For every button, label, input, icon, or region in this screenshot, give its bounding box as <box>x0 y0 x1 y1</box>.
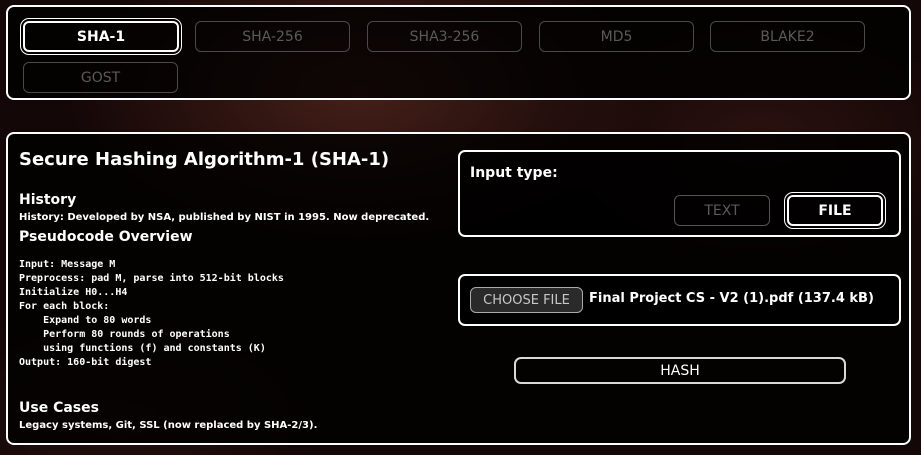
input-type-text-button[interactable]: TEXT <box>674 195 770 226</box>
algo-button-blake2[interactable]: BLAKE2 <box>710 21 865 52</box>
hash-button[interactable]: HASH <box>514 357 846 384</box>
choose-file-button[interactable]: CHOOSE FILE <box>470 287 583 313</box>
algorithm-detail-panel: Secure Hashing Algorithm-1 (SHA-1) Histo… <box>6 132 911 445</box>
history-heading: History <box>19 192 77 208</box>
use-cases-text: Legacy systems, Git, SSL (now replaced b… <box>19 420 318 431</box>
algo-button-sha256[interactable]: SHA-256 <box>195 21 350 52</box>
algo-button-sha1[interactable]: SHA-1 <box>20 18 182 55</box>
algo-button-md5[interactable]: MD5 <box>539 21 694 52</box>
file-input-box: CHOOSE FILE Final Project CS - V2 (1).pd… <box>458 274 901 326</box>
algorithm-selector-panel: SHA-1 SHA-256 SHA3-256 MD5 BLAKE2 GOST <box>6 5 911 100</box>
pseudocode-heading: Pseudocode Overview <box>19 229 193 245</box>
pseudocode-block: Input: Message M Preprocess: pad M, pars… <box>19 259 284 368</box>
input-type-file-button[interactable]: FILE <box>784 192 886 229</box>
history-text: History: Developed by NSA, published by … <box>19 212 430 223</box>
use-cases-heading: Use Cases <box>19 400 99 416</box>
input-type-box: Input type: TEXT FILE <box>458 150 901 237</box>
algo-button-sha3-256[interactable]: SHA3-256 <box>367 21 522 52</box>
selected-file-name: Final Project CS - V2 (1).pdf (137.4 kB) <box>589 291 874 306</box>
input-type-label: Input type: <box>470 165 558 181</box>
algorithm-title: Secure Hashing Algorithm-1 (SHA-1) <box>19 149 390 170</box>
algo-button-gost[interactable]: GOST <box>23 62 178 93</box>
